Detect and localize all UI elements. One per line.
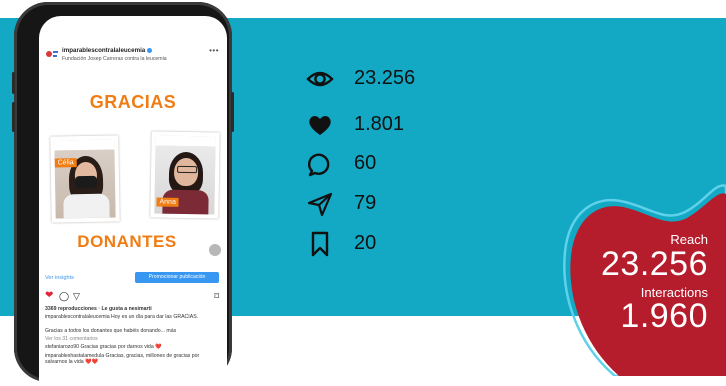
more-dots-icon[interactable]: ••• (209, 46, 219, 55)
account-subtitle: Fundación Josep Carreras contra la leuce… (62, 56, 167, 62)
comment-icon[interactable]: ◯ (59, 291, 69, 301)
donor-name-tag: Célia (54, 158, 77, 168)
eye-icon (306, 71, 334, 87)
donor-photo-left: Célia (50, 135, 120, 223)
instagram-post-screen: imparablescontralaleucemia Fundación Jos… (39, 16, 227, 386)
post-image[interactable]: GRACIAS Célia Anna DONANTES (39, 72, 227, 272)
insights-row: Ver insights Promocionar publicación (39, 272, 227, 286)
phone-power-button (231, 92, 234, 132)
face-mask (74, 175, 98, 189)
post-actions: ❤ ◯ ▽ ⌑ (45, 291, 221, 303)
like-icon[interactable]: ❤ (45, 291, 53, 301)
reach-value: 23.256 (601, 245, 708, 283)
stat-value: 20 (354, 232, 377, 254)
save-icon[interactable]: ⌑ (214, 291, 219, 301)
stat-value: 79 (354, 192, 377, 214)
phone-volume-button (12, 72, 15, 94)
heart-icon (309, 116, 331, 135)
tag-people-icon[interactable] (209, 244, 221, 256)
stat-value: 60 (354, 152, 377, 174)
post-caption-more[interactable]: Gracias a todos los donantes que habéis … (45, 328, 221, 334)
view-comments-link[interactable]: Ver los 31 comentarios (45, 336, 221, 342)
comment-icon (307, 153, 330, 177)
reproductions-count: 3369 reproducciones · Le gusta a nesimar… (45, 306, 152, 312)
share-icon[interactable]: ▽ (73, 291, 80, 301)
promote-button[interactable]: Promocionar publicación (135, 272, 219, 283)
post-title-bottom: DONANTES (77, 232, 177, 251)
donor-photo-right: Anna (150, 131, 220, 219)
insights-link[interactable]: Ver insights (45, 275, 74, 281)
phone-volume-button (12, 102, 15, 132)
phone-mockup: imparablescontralaleucemia Fundación Jos… (12, 2, 234, 386)
account-logo-icon[interactable] (45, 48, 59, 60)
send-icon (307, 192, 333, 217)
interactions-value: 1.960 (620, 297, 708, 335)
bookmark-icon (311, 231, 329, 257)
glasses (177, 165, 198, 174)
post-header: imparablescontralaleucemia Fundación Jos… (45, 46, 221, 68)
verified-badge-icon (147, 47, 153, 53)
comment-item: stefaniarozo90 Gracias gracias por darno… (45, 344, 162, 350)
post-title-top: GRACIAS (89, 92, 177, 112)
comment-item: imparableshastalamedula Gracias, gracias… (45, 353, 200, 366)
stat-value: 23.256 (354, 67, 416, 89)
post-caption: imparablescontralaleucemia Hoy es un día… (45, 314, 199, 320)
stat-value: 1.801 (354, 113, 405, 135)
account-name[interactable]: imparablescontralaleucemia (62, 47, 153, 54)
donor-name-tag: Anna (156, 197, 179, 207)
